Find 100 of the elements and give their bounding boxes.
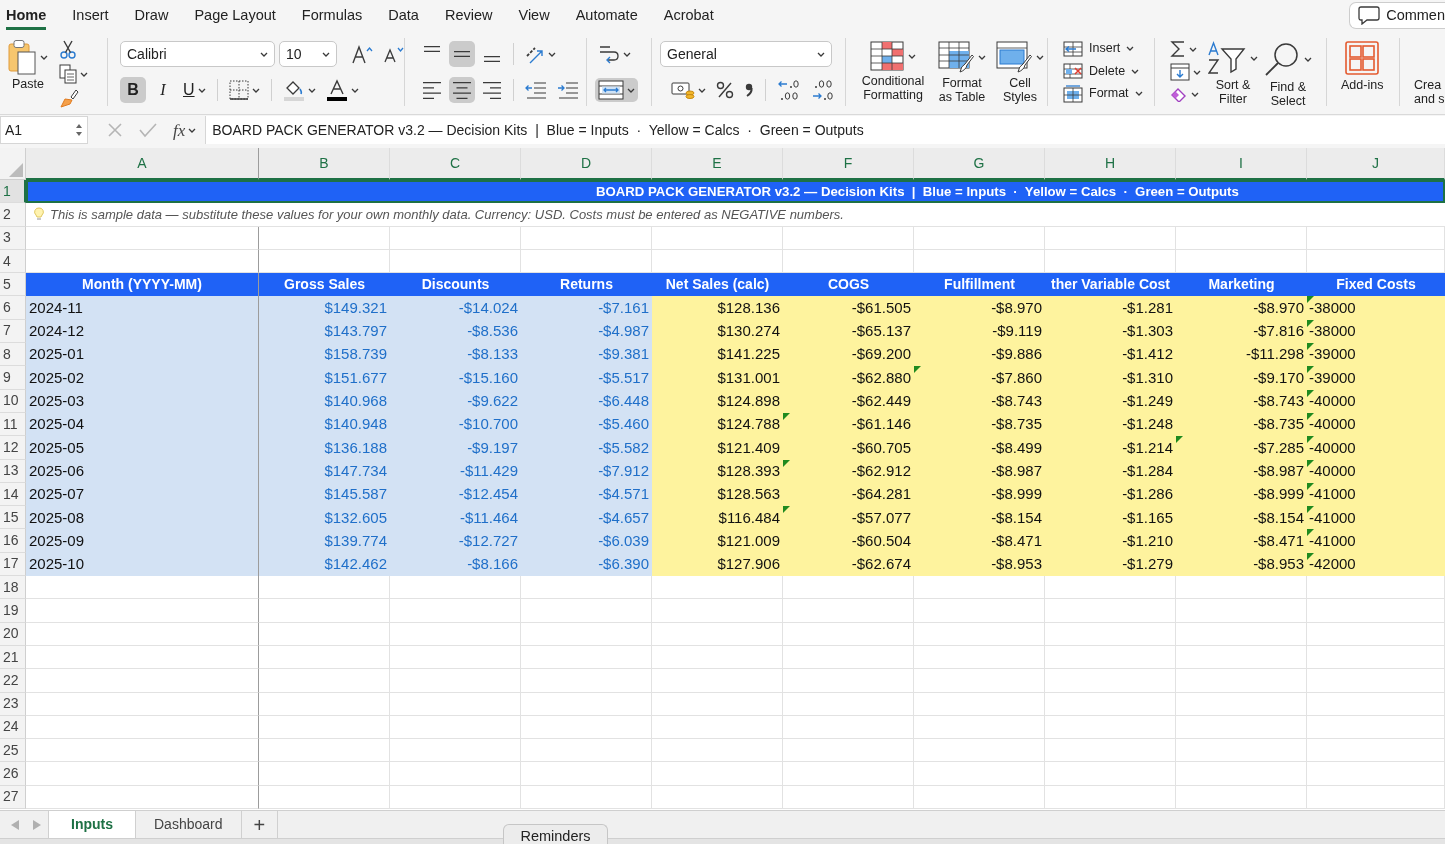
spreadsheet-cell[interactable]: $128.136 [652,296,783,320]
spreadsheet-cell[interactable]: -$1.310 [1045,366,1176,390]
row-header[interactable]: 6 [0,296,26,320]
row-header[interactable]: 16 [0,529,26,553]
spreadsheet-cell[interactable]: -41000 [1307,482,1445,507]
spreadsheet-cell[interactable]: -$61.146 [783,412,914,437]
spreadsheet-cell[interactable]: -$9.119 [914,319,1045,344]
spreadsheet-cell[interactable]: 2025-06 [26,459,259,483]
spreadsheet-cell[interactable]: $116.484 [652,506,783,530]
ribbon-tab[interactable]: Review [444,0,493,30]
spreadsheet-cell[interactable]: -$1.412 [1045,343,1176,367]
find-select-button[interactable]: Find & Select [1262,41,1314,108]
row-header[interactable]: 20 [0,622,26,646]
spreadsheet-cell[interactable]: 2025-07 [26,482,259,507]
spreadsheet-cell[interactable]: 2024-11 [26,296,259,320]
spreadsheet-cell[interactable]: $139.774 [259,529,390,553]
column-title[interactable]: ther Variable Cost [1045,273,1176,297]
spreadsheet-cell[interactable]: -42000 [1307,552,1445,577]
spreadsheet-cell[interactable]: -$1.165 [1045,506,1176,530]
spreadsheet-cell[interactable]: 2025-10 [26,552,259,577]
row-header[interactable]: 24 [0,715,26,740]
spreadsheet-cell[interactable]: -$6.448 [521,389,652,413]
spreadsheet-cell[interactable]: -$8.987 [1176,459,1307,483]
reminders-button[interactable]: Reminders [503,824,608,844]
comments-button[interactable]: Commen [1349,1,1445,29]
spreadsheet-cell[interactable]: $121.009 [652,529,783,553]
spreadsheet-cell[interactable]: -$9.622 [390,389,521,413]
spreadsheet-cell[interactable]: -39000 [1307,343,1445,367]
column-header[interactable]: B [259,148,390,180]
row-header[interactable]: 13 [0,459,26,483]
ribbon-tab[interactable]: Draw [134,0,169,30]
spreadsheet-cell[interactable]: -$8.999 [1176,482,1307,507]
ribbon-tab[interactable]: Formulas [301,0,363,30]
row-header[interactable]: 17 [0,552,26,577]
title-banner[interactable]: BOARD PACK GENERATOR v3.2 — Decision Kits | Blue = Inputs · Yellow = Calcs · Green = Outputs [26,180,1445,204]
underline-button[interactable]: U [180,77,209,103]
spreadsheet-cell[interactable]: -$1.281 [1045,296,1176,320]
spreadsheet-cell[interactable]: $141.225 [652,343,783,367]
spreadsheet-cell[interactable]: 2025-02 [26,366,259,390]
row-header[interactable]: 25 [0,739,26,763]
spreadsheet-cell[interactable]: -$8.953 [1176,552,1307,577]
spreadsheet-cell[interactable]: $151.677 [259,366,390,390]
column-header[interactable]: G [914,148,1045,180]
select-all-icon[interactable] [9,163,23,177]
paste-button[interactable]: Paste [6,39,50,91]
spreadsheet-cell[interactable]: -$12.727 [390,529,521,553]
row-header[interactable]: 10 [0,389,26,413]
ribbon-tab[interactable]: Home [6,0,47,30]
row-header[interactable]: 26 [0,762,26,786]
formula-field[interactable]: BOARD PACK GENERATOR v3.2 — Decision Kits | Blue = Inputs · Yellow = Calcs · Green = Outputs [205,116,1445,144]
row-header[interactable]: 19 [0,599,26,623]
spreadsheet-cell[interactable]: -$11.298 [1176,343,1307,367]
spreadsheet-cell[interactable]: -$8.471 [1176,529,1307,553]
insert-cells-button[interactable]: Insert [1060,38,1146,59]
spreadsheet-cell[interactable]: -$4.657 [521,506,652,530]
row-header[interactable]: 9 [0,366,26,390]
spreadsheet-cell[interactable]: -38000 [1307,296,1445,320]
column-header[interactable]: H [1045,148,1176,180]
spreadsheet-cell[interactable]: -$8.499 [914,436,1045,460]
row-header[interactable]: 18 [0,576,26,600]
spreadsheet-cell[interactable]: -$8.735 [1176,412,1307,437]
spreadsheet-cell[interactable]: -40000 [1307,436,1445,460]
spreadsheet-cell[interactable]: -40000 [1307,389,1445,413]
spreadsheet-cell[interactable]: -$9.197 [390,436,521,460]
spreadsheet-cell[interactable]: -$60.504 [783,529,914,553]
spreadsheet-cell[interactable]: -$62.674 [783,552,914,577]
conditional-formatting-button[interactable]: Conditional Formatting [856,41,930,102]
spreadsheet-cell[interactable]: -$11.464 [390,506,521,530]
spreadsheet-cell[interactable]: -$1.249 [1045,389,1176,413]
spreadsheet-cell[interactable]: $131.001 [652,366,783,390]
row-header[interactable]: 2 [0,203,26,227]
spreadsheet-cell[interactable]: -39000 [1307,366,1445,390]
spreadsheet-cell[interactable]: 2025-09 [26,529,259,553]
format-cells-button[interactable]: Format [1060,83,1146,104]
spreadsheet-cell[interactable]: -$8.970 [1176,296,1307,320]
spreadsheet-cell[interactable]: -$8.471 [914,529,1045,553]
spreadsheet-cell[interactable]: -$1.284 [1045,459,1176,483]
spreadsheet-cell[interactable]: -$1.248 [1045,412,1176,437]
spreadsheet-cell[interactable]: -$8.166 [390,552,521,577]
column-title[interactable]: Marketing [1176,273,1307,297]
delete-cells-button[interactable]: Delete [1060,60,1146,82]
column-header[interactable]: D [521,148,652,180]
spreadsheet-cell[interactable]: -$8.536 [390,319,521,344]
column-title[interactable]: Month (YYYY-MM) [26,273,259,297]
spreadsheet-cell[interactable]: $136.188 [259,436,390,460]
spreadsheet-cell[interactable]: -$7.285 [1176,436,1307,460]
spreadsheet-cell[interactable]: -$62.449 [783,389,914,413]
ribbon-tab[interactable]: View [518,0,550,30]
font-size-dropdown[interactable]: 10 [279,41,337,67]
row-header[interactable]: 4 [0,249,26,274]
merge-center-button[interactable] [595,78,638,102]
spreadsheet-cell[interactable]: -$62.912 [783,459,914,483]
spreadsheet-cell[interactable]: -$7.816 [1176,319,1307,344]
spreadsheet-cell[interactable]: $142.462 [259,552,390,577]
spreadsheet-cell[interactable]: -$9.381 [521,343,652,367]
spreadsheet-cell[interactable]: $158.739 [259,343,390,367]
bold-button[interactable]: B [120,77,146,103]
spreadsheet-cell[interactable]: -$1.210 [1045,529,1176,553]
spreadsheet-cell[interactable]: -$64.281 [783,482,914,507]
spreadsheet-cell[interactable]: -$8.999 [914,482,1045,507]
